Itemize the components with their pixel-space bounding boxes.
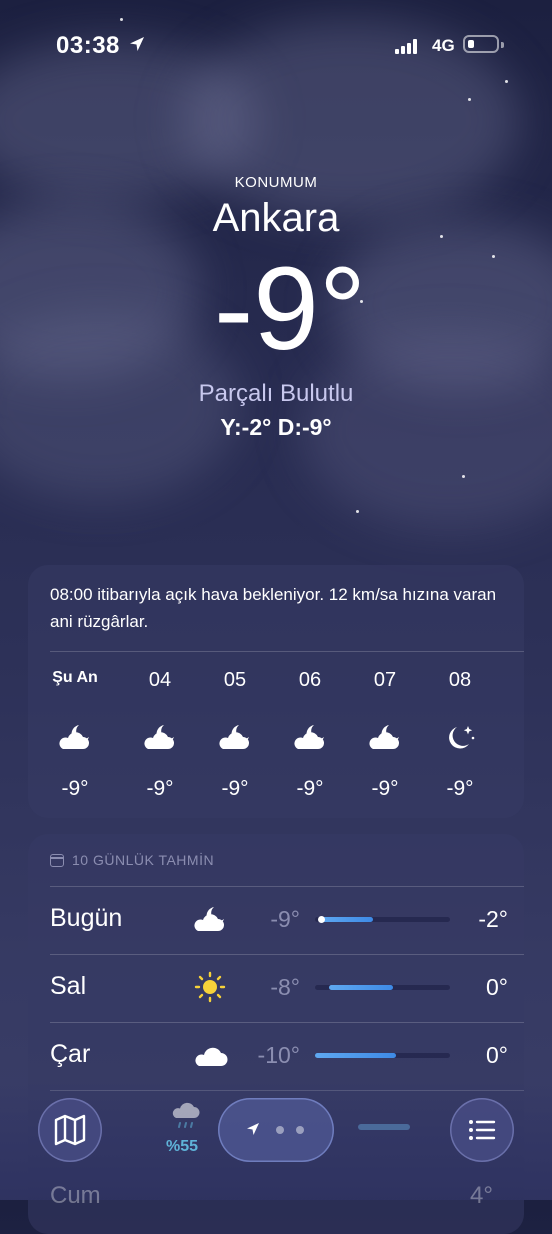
hour-label: Şu An [52,669,98,686]
hour-item: 08 -9° [425,669,495,801]
list-icon [469,1120,496,1140]
map-button[interactable] [38,1098,102,1162]
precipitation-chance: %55 [166,1138,199,1155]
temp-range-bar [315,916,450,923]
current-temp-dot [318,916,326,923]
condition-text: Parçalı Bulutlu [198,380,354,407]
calendar-icon [50,854,64,867]
ten-day-title: 10 GÜNLÜK TAHMİN [50,852,214,868]
location-page-indicator[interactable] [218,1098,334,1162]
hour-item: 06 -9° [275,669,345,801]
day-name: Çar [50,1040,91,1068]
daily-row[interactable]: Bugün -9° -2° [50,886,524,954]
cloud-icon [190,1039,230,1071]
day-name: Cum [50,1182,101,1209]
hour-temp: -9° [61,777,89,800]
sun-icon [190,971,230,1003]
temp-range-bar [358,1124,410,1130]
clear-night-icon [440,721,480,753]
divider [50,886,524,887]
hour-item: Şu An -9° [40,669,110,801]
partly-cloudy-night-icon [290,721,330,753]
divider [50,954,524,955]
hour-item: 05 -9° [200,669,270,801]
partial-rain-icon [170,1100,204,1141]
network-type: 4G [432,36,455,55]
hourly-forecast-card[interactable]: 08:00 itibarıyla açık hava bekleniyor. 1… [28,565,524,818]
page-dot[interactable] [276,1126,284,1134]
temp-range-fill [319,917,374,922]
divider [50,1022,524,1023]
high-temp: 0° [486,974,508,1000]
city-name: Ankara [212,196,340,240]
status-time: 03:38 [56,32,120,59]
battery-icon [463,35,499,53]
city-list-button[interactable] [450,1098,514,1162]
ten-day-title-text: 10 GÜNLÜK TAHMİN [72,852,215,868]
hour-label: 07 [373,669,397,691]
daily-row[interactable]: Sal -8° 0° [50,954,524,1022]
page-dot[interactable] [296,1126,304,1134]
low-temp: -9° [270,906,300,932]
partly-cloudy-night-icon [140,721,180,753]
forecast-summary: 08:00 itibarıyla açık hava bekleniyor. 1… [50,585,497,631]
day-name: Bugün [50,904,123,932]
hour-item: 04 -9° [125,669,195,801]
hour-temp: -9° [296,777,324,800]
partly-cloudy-night-icon [55,721,95,753]
location-arrow-icon [130,37,144,51]
high-temp: 4° [470,1182,493,1209]
temp-range-fill [328,985,394,990]
hour-label: 08 [448,669,472,691]
day-name: Sal [50,972,87,1000]
low-temp: -8° [270,974,300,1000]
hour-label: 04 [148,669,172,691]
low-temp: -10° [257,1042,300,1068]
status-bar: 03:38 4G [0,30,552,64]
cellular-signal-icon [395,38,419,54]
high-low-text: Y:-2° D:-9° [220,414,332,440]
high-temp: -2° [478,906,508,932]
partly-cloudy-night-icon [215,721,255,753]
hour-item: 07 -9° [350,669,420,801]
high-temp: 0° [486,1042,508,1068]
battery-cap [501,42,504,48]
divider [50,651,524,652]
location-arrow-icon [247,1123,259,1135]
temp-range-bar [315,1053,450,1058]
hour-label: 05 [223,669,247,691]
current-temperature: -9° [213,243,367,375]
hour-label: 06 [298,669,322,691]
partly-cloudy-night-icon [190,903,230,935]
hour-temp: -9° [146,777,174,800]
temp-range-fill [315,1053,396,1058]
hour-temp: -9° [221,777,249,800]
hour-temp: -9° [446,777,474,800]
map-icon [54,1114,86,1146]
location-label: KONUMUM [234,174,318,191]
temp-range-bar [315,985,450,990]
partly-cloudy-night-icon [365,721,405,753]
hour-temp: -9° [371,777,399,800]
